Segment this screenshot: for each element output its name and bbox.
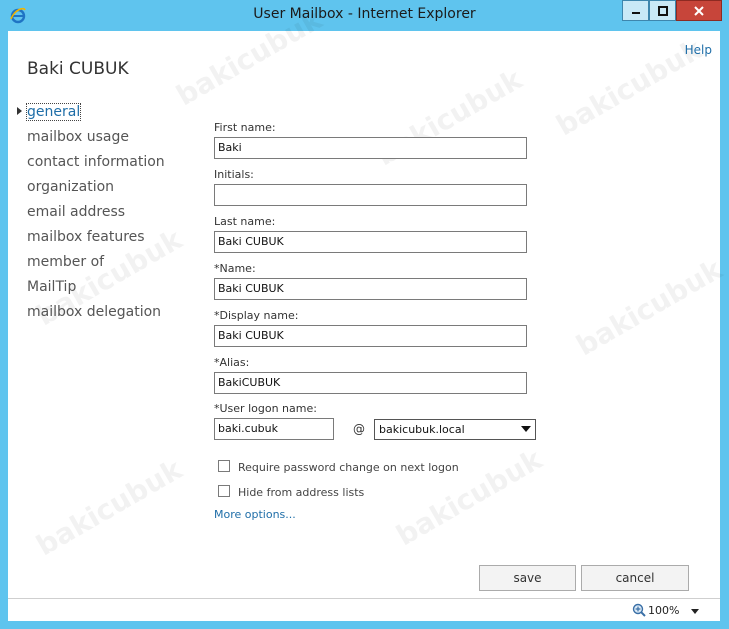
sidebar-item-mailbox-usage[interactable]: mailbox usage [27,129,129,145]
maximize-icon [657,5,668,16]
watermark: bakicubuk [30,452,188,563]
require-password-change-checkbox[interactable] [218,460,230,472]
save-button[interactable]: save [479,565,576,591]
sidebar-item-mailbox-features[interactable]: mailbox features [27,229,145,245]
at-sign: @ [353,422,365,436]
help-link[interactable]: Help [685,43,712,57]
page-title: Baki CUBUK [27,59,129,79]
watermark: bakicubuk [390,442,548,553]
alias-input[interactable]: BakiCUBUK [214,372,527,394]
selected-arrow-icon [17,107,22,115]
require-password-change-label: Require password change on next logon [238,461,459,474]
sidebar-item-email-address[interactable]: email address [27,204,125,220]
chevron-down-icon [521,426,531,432]
display-name-label: *Display name: [214,309,299,322]
sidebar-item-contact-information[interactable]: contact information [27,154,165,170]
window-frame: User Mailbox - Internet Explorer bakicub… [0,0,729,629]
cancel-button[interactable]: cancel [581,565,689,591]
sidebar-item-mailtip[interactable]: MailTip [27,279,76,295]
title-bar: User Mailbox - Internet Explorer [0,0,729,30]
status-bar: 100% [8,598,720,621]
initials-input[interactable] [214,184,527,206]
zoom-dropdown-icon[interactable] [691,609,699,614]
last-name-input[interactable]: Baki CUBUK [214,231,527,253]
first-name-input[interactable]: Baki [214,137,527,159]
minimize-button[interactable] [622,0,649,21]
hide-from-address-lists-label: Hide from address lists [238,486,365,499]
maximize-button[interactable] [649,0,676,21]
sidebar-item-label: general [25,103,82,121]
sidebar-item-mailbox-delegation[interactable]: mailbox delegation [27,304,161,320]
last-name-label: Last name: [214,215,276,228]
alias-label: *Alias: [214,356,250,369]
domain-select-value: bakicubuk.local [379,423,465,436]
close-button[interactable] [676,0,722,21]
watermark: bakicubuk [570,252,728,363]
user-logon-name-input[interactable]: baki.cubuk [214,418,334,440]
zoom-level[interactable]: 100% [648,604,679,617]
domain-select[interactable]: bakicubuk.local [374,419,536,440]
first-name-label: First name: [214,121,276,134]
hide-from-address-lists-checkbox[interactable] [218,485,230,497]
user-logon-name-label: *User logon name: [214,402,317,415]
dialog-content: bakicubuk bakicubuk bakicubuk bakicubuk … [8,3,728,598]
window-title: User Mailbox - Internet Explorer [253,6,476,22]
sidebar-item-member-of[interactable]: member of [27,254,104,270]
name-input[interactable]: Baki CUBUK [214,278,527,300]
close-icon [694,5,704,16]
more-options-link[interactable]: More options... [214,508,296,521]
display-name-input[interactable]: Baki CUBUK [214,325,527,347]
initials-label: Initials: [214,168,254,181]
zoom-icon[interactable] [632,603,646,617]
name-label: *Name: [214,262,256,275]
minimize-icon [631,11,640,14]
sidebar-item-general[interactable]: general [17,103,82,121]
sidebar-item-organization[interactable]: organization [27,179,114,195]
